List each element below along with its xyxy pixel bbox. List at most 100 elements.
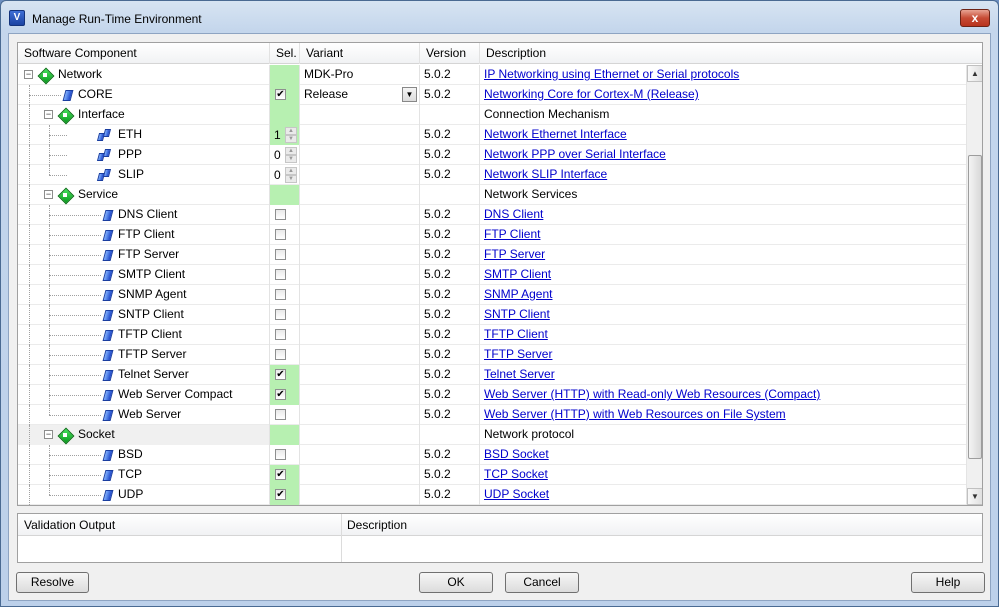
spin-up-icon[interactable]: ▲ xyxy=(285,147,297,155)
tree-line xyxy=(29,285,30,305)
header-sel[interactable]: Sel. xyxy=(270,43,300,64)
header-variant[interactable]: Variant xyxy=(300,43,420,64)
spin-down-icon[interactable]: ▼ xyxy=(285,135,297,143)
header-validation-description[interactable]: Description xyxy=(341,514,407,536)
column-divider xyxy=(341,514,342,562)
collapse-icon[interactable]: − xyxy=(24,70,33,79)
scroll-down-icon[interactable]: ▼ xyxy=(967,488,982,505)
table-row[interactable]: SNTP Client 5.0.2 SNTP Client xyxy=(18,305,966,325)
description-link[interactable]: Network Ethernet Interface xyxy=(484,127,627,141)
scrollbar-thumb[interactable] xyxy=(968,155,982,459)
select-checkbox[interactable] xyxy=(275,309,286,320)
table-row[interactable]: TFTP Server 5.0.2 TFTP Server xyxy=(18,345,966,365)
cancel-button[interactable]: Cancel xyxy=(505,572,579,593)
table-row[interactable]: SLIP 0 ▲ ▼ 5.0.2 Network SLIP Interface xyxy=(18,165,966,185)
description-link[interactable]: Telnet Server xyxy=(484,367,555,381)
select-checkbox[interactable] xyxy=(275,329,286,340)
select-checkbox[interactable]: ✔ xyxy=(275,89,286,100)
sel-cell xyxy=(270,425,300,445)
spin-up-icon[interactable]: ▲ xyxy=(285,167,297,175)
select-checkbox[interactable] xyxy=(275,409,286,420)
description-link[interactable]: FTP Server xyxy=(484,247,545,261)
spin-down-icon[interactable]: ▼ xyxy=(285,155,297,163)
select-checkbox[interactable] xyxy=(275,269,286,280)
collapse-icon[interactable]: − xyxy=(44,190,53,199)
table-row[interactable]: DNS Client 5.0.2 DNS Client xyxy=(18,205,966,225)
collapse-icon[interactable]: − xyxy=(44,110,53,119)
version-cell: 5.0.2 xyxy=(420,205,480,225)
select-checkbox[interactable] xyxy=(275,209,286,220)
variant-dropdown[interactable]: Release ▼ xyxy=(300,85,420,105)
help-button[interactable]: Help xyxy=(911,572,985,593)
description-link[interactable]: UDP Socket xyxy=(484,487,549,501)
description-link[interactable]: Network SLIP Interface xyxy=(484,167,607,181)
scroll-up-icon[interactable]: ▲ xyxy=(967,65,982,82)
ok-button[interactable]: OK xyxy=(419,572,493,593)
table-row[interactable]: FTP Server 5.0.2 FTP Server xyxy=(18,245,966,265)
description-link[interactable]: Web Server (HTTP) with Web Resources on … xyxy=(484,407,786,421)
table-row[interactable]: Web Server Compact ✔ 5.0.2 Web Server (H… xyxy=(18,385,966,405)
description-link[interactable]: Networking Core for Cortex-M (Release) xyxy=(484,87,699,101)
description-link[interactable]: SNMP Agent xyxy=(484,287,552,301)
close-button[interactable]: x xyxy=(960,9,990,27)
table-row[interactable]: BSD 5.0.2 BSD Socket xyxy=(18,445,966,465)
table-row[interactable]: − Service Network Services xyxy=(18,185,966,205)
header-version[interactable]: Version xyxy=(420,43,480,64)
select-checkbox[interactable]: ✔ xyxy=(275,469,286,480)
select-checkbox[interactable]: ✔ xyxy=(275,389,286,400)
table-row[interactable]: − Socket Network protocol xyxy=(18,425,966,445)
table-row[interactable]: − Interface Connection Mechanism xyxy=(18,105,966,125)
header-software-component[interactable]: Software Component xyxy=(18,43,270,64)
header-validation-output[interactable]: Validation Output xyxy=(18,514,115,536)
version-cell: 5.0.2 xyxy=(420,365,480,385)
resolve-button[interactable]: Resolve xyxy=(16,572,89,593)
table-row[interactable]: Telnet Server ✔ 5.0.2 Telnet Server xyxy=(18,365,966,385)
table-row[interactable]: PPP 0 ▲ ▼ 5.0.2 Network PPP over Serial … xyxy=(18,145,966,165)
description-link[interactable]: TFTP Server xyxy=(484,347,552,361)
description-link[interactable]: Web Server (HTTP) with Read-only Web Res… xyxy=(484,387,820,401)
spin-down-icon[interactable]: ▼ xyxy=(285,175,297,183)
select-checkbox[interactable] xyxy=(275,229,286,240)
table-row[interactable]: FTP Client 5.0.2 FTP Client xyxy=(18,225,966,245)
description-cell: FTP Client xyxy=(480,225,966,245)
instance-count-spinner[interactable]: 0 ▲ ▼ xyxy=(272,166,298,184)
component-label: TFTP Server xyxy=(118,347,187,361)
table-row[interactable]: ETH 1 ▲ ▼ 5.0.2 Network Ethernet Interfa… xyxy=(18,125,966,145)
tree-line xyxy=(29,95,61,96)
table-row[interactable]: TFTP Client 5.0.2 TFTP Client xyxy=(18,325,966,345)
select-checkbox[interactable] xyxy=(275,349,286,360)
table-row[interactable]: SMTP Client 5.0.2 SMTP Client xyxy=(18,265,966,285)
description-link[interactable]: BSD Socket xyxy=(484,447,549,461)
instance-count-spinner[interactable]: 0 ▲ ▼ xyxy=(272,146,298,164)
table-row[interactable]: Web Server 5.0.2 Web Server (HTTP) with … xyxy=(18,405,966,425)
header-description[interactable]: Description xyxy=(480,43,966,64)
title-bar[interactable]: V Manage Run-Time Environment x xyxy=(1,1,998,35)
description-link[interactable]: TCP Socket xyxy=(484,467,548,481)
description-link[interactable]: SMTP Client xyxy=(484,267,551,281)
description-link[interactable]: IP Networking using Ethernet or Serial p… xyxy=(484,67,739,81)
select-checkbox[interactable] xyxy=(275,249,286,260)
table-row[interactable]: TCP ✔ 5.0.2 TCP Socket xyxy=(18,465,966,485)
description-link[interactable]: DNS Client xyxy=(484,207,543,221)
instance-count-spinner[interactable]: 1 ▲ ▼ xyxy=(272,126,298,144)
table-row[interactable]: − Network MDK-Pro 5.0.2 IP Networking us… xyxy=(18,65,966,85)
select-checkbox[interactable]: ✔ xyxy=(275,489,286,500)
table-row[interactable]: UDP ✔ 5.0.2 UDP Socket xyxy=(18,485,966,505)
vertical-scrollbar[interactable]: ▲ ▼ xyxy=(966,65,982,505)
description-link[interactable]: SNTP Client xyxy=(484,307,550,321)
select-checkbox[interactable] xyxy=(275,289,286,300)
variant-cell xyxy=(300,445,420,465)
description-link[interactable]: FTP Client xyxy=(484,227,540,241)
select-checkbox[interactable] xyxy=(275,449,286,460)
tree-line xyxy=(29,425,30,445)
component-icon xyxy=(102,489,112,501)
table-row[interactable]: CORE ✔ Release ▼ 5.0.2 Networking Core f… xyxy=(18,85,966,105)
chevron-down-icon[interactable]: ▼ xyxy=(402,87,417,102)
select-checkbox[interactable]: ✔ xyxy=(275,369,286,380)
collapse-icon[interactable]: − xyxy=(44,430,53,439)
table-row[interactable]: SNMP Agent 5.0.2 SNMP Agent xyxy=(18,285,966,305)
description-link[interactable]: TFTP Client xyxy=(484,327,548,341)
description-link[interactable]: Network PPP over Serial Interface xyxy=(484,147,666,161)
spin-up-icon[interactable]: ▲ xyxy=(285,127,297,135)
variant-cell xyxy=(300,425,420,445)
